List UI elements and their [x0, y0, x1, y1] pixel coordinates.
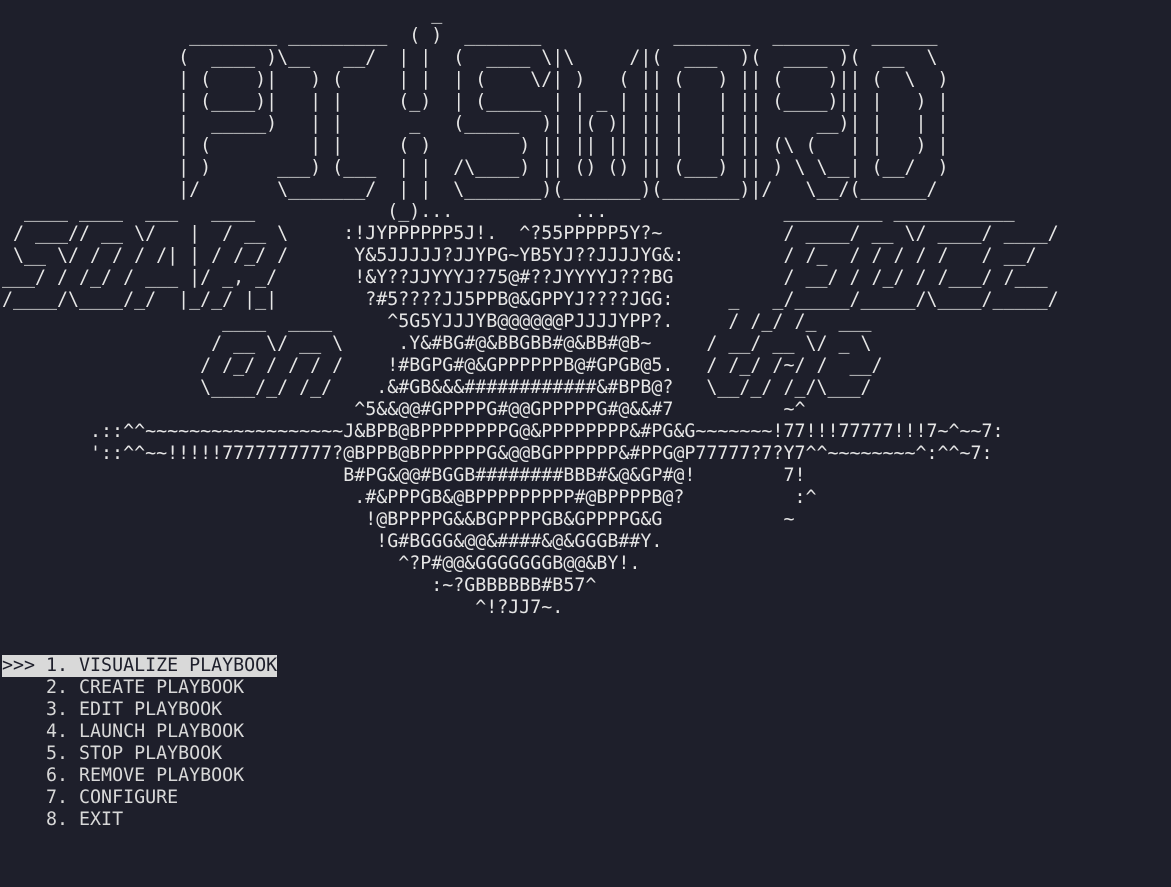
- banner-line: ^!?JJ7~.: [475, 597, 564, 618]
- terminal-window: _ ________ _________ ( ) _______ _______…: [0, 0, 1171, 887]
- menu-item-configure[interactable]: 7. CONFIGURE: [2, 787, 277, 809]
- menu-indent: [2, 721, 46, 742]
- banner-line: ____ ____ ___ ____ (_)... ... _________ …: [24, 201, 1015, 222]
- banner-line: B#PG&@@#BGGB########BBB#&@&GP#@! 7!: [343, 465, 806, 486]
- menu-item-label: 5. STOP PLAYBOOK: [46, 743, 223, 764]
- banner-line: .#&PPPGB&@BPPPPPPPPP#@BPPPPB@? :^: [354, 487, 817, 508]
- banner-line: '::^^~~!!!!!7777777777?@BPPB@BPPPPPPG&@@…: [90, 443, 993, 464]
- banner-line: ____ ____ ^5G5YJJJYB@@@@@@PJJJJYPP?. / /…: [222, 311, 872, 332]
- main-menu: >>> 1. VISUALIZE PLAYBOOK 2. CREATE PLAY…: [2, 655, 278, 831]
- menu-item-exit[interactable]: 8. EXIT: [2, 809, 277, 831]
- banner-line: | ) ___) (___ | | /\____) || () () || (_…: [178, 157, 949, 178]
- menu-indent: [2, 699, 46, 720]
- banner-line: / ___// __ \/ | / __ \ :!JYPPPPPP5J!. ^?…: [13, 223, 1059, 244]
- banner-line: | ( )| ) ( | | | ( \/| ) ( || ( ) || ( )…: [178, 69, 949, 90]
- banner-line: ^5&&@@#GPPPPG#@@GPPPPPG#@&&#7 ~^: [354, 399, 806, 420]
- banner-line: / /_/ / / / / !#BGPG#@&GPPPPPPB@#GPGB@5.…: [200, 355, 883, 376]
- banner-line: |/ \_______/ | | \_______)(_______)(____…: [178, 179, 938, 200]
- menu-item-edit-playbook[interactable]: 3. EDIT PLAYBOOK: [2, 699, 277, 721]
- menu-indent: [2, 743, 46, 764]
- menu-item-stop-playbook[interactable]: 5. STOP PLAYBOOK: [2, 743, 277, 765]
- banner-line: /____/\____/_/ |_/_/ |_| ?#5????JJ5PPB@&…: [2, 289, 1059, 310]
- menu-indent: [2, 765, 46, 786]
- menu-item-label: 3. EDIT PLAYBOOK: [46, 699, 223, 720]
- menu-item-label: 4. LAUNCH PLAYBOOK: [46, 721, 245, 742]
- banner-line: | (____)| | | (_) | (_____ | | _ | || | …: [178, 91, 949, 112]
- selection-pointer: >>>: [2, 655, 47, 676]
- menu-indent: [2, 809, 46, 830]
- banner-line: \____/_/ /_/ .&#GB&&&############&#BPB@?…: [200, 377, 872, 398]
- menu-item-label: 6. REMOVE PLAYBOOK: [46, 765, 245, 786]
- menu-indent: [2, 677, 46, 698]
- banner-line: .::^^~~~~~~~~~~~~~~~~~~J&BPB@BPPPPPPPPG@…: [90, 421, 1004, 442]
- menu-item-remove-playbook[interactable]: 6. REMOVE PLAYBOOK: [2, 765, 277, 787]
- banner-line: | _____) | | _ (_____ )| |( )| || | | ||…: [178, 113, 949, 134]
- menu-item-launch-playbook[interactable]: 4. LAUNCH PLAYBOOK: [2, 721, 277, 743]
- banner-line: ________ _________ ( ) _______ _______ _…: [189, 25, 938, 46]
- ascii-banner: _ ________ _________ ( ) _______ _______…: [2, 3, 1059, 619]
- menu-item-label: 2. CREATE PLAYBOOK: [46, 677, 245, 698]
- menu-indent: [2, 787, 46, 808]
- banner-line: _: [431, 3, 443, 24]
- banner-line: / __ \/ __ \ .Y&#BG#@&BBGBB#@&BB#@B~ / _…: [211, 333, 872, 354]
- banner-line: | ( | | ( ) ) || || || || | | || (\ ( | …: [178, 135, 949, 156]
- banner-line: ^?P#@@&GGGGGGGB@@&BY!.: [398, 553, 641, 574]
- banner-line: ___/ / /_/ / ___ |/ _, _/ !&Y??JJYYYJ?75…: [2, 267, 1048, 288]
- menu-item-label: 8. EXIT: [46, 809, 124, 830]
- banner-line: :~?GBBBBBB#B57^: [431, 575, 597, 596]
- menu-item-visualize-playbook[interactable]: >>> 1. VISUALIZE PLAYBOOK: [2, 655, 278, 677]
- banner-line: !G#BGGG&@@&####&@&GGGB##Y.: [376, 531, 663, 552]
- menu-item-label: 1. VISUALIZE PLAYBOOK: [46, 655, 278, 676]
- banner-line: \__ \/ / / / /| | / /_/ / Y&5JJJJJ?JJYPG…: [13, 245, 1037, 266]
- banner-line: !@BPPPPG&&BGPPPPGB&GPPPPG&G ~: [365, 509, 795, 530]
- menu-item-label: 7. CONFIGURE: [46, 787, 179, 808]
- banner-line: ( ____ )\__ __/ | | ( ____ \|\ /|( ___ )…: [178, 47, 938, 68]
- menu-item-create-playbook[interactable]: 2. CREATE PLAYBOOK: [2, 677, 277, 699]
